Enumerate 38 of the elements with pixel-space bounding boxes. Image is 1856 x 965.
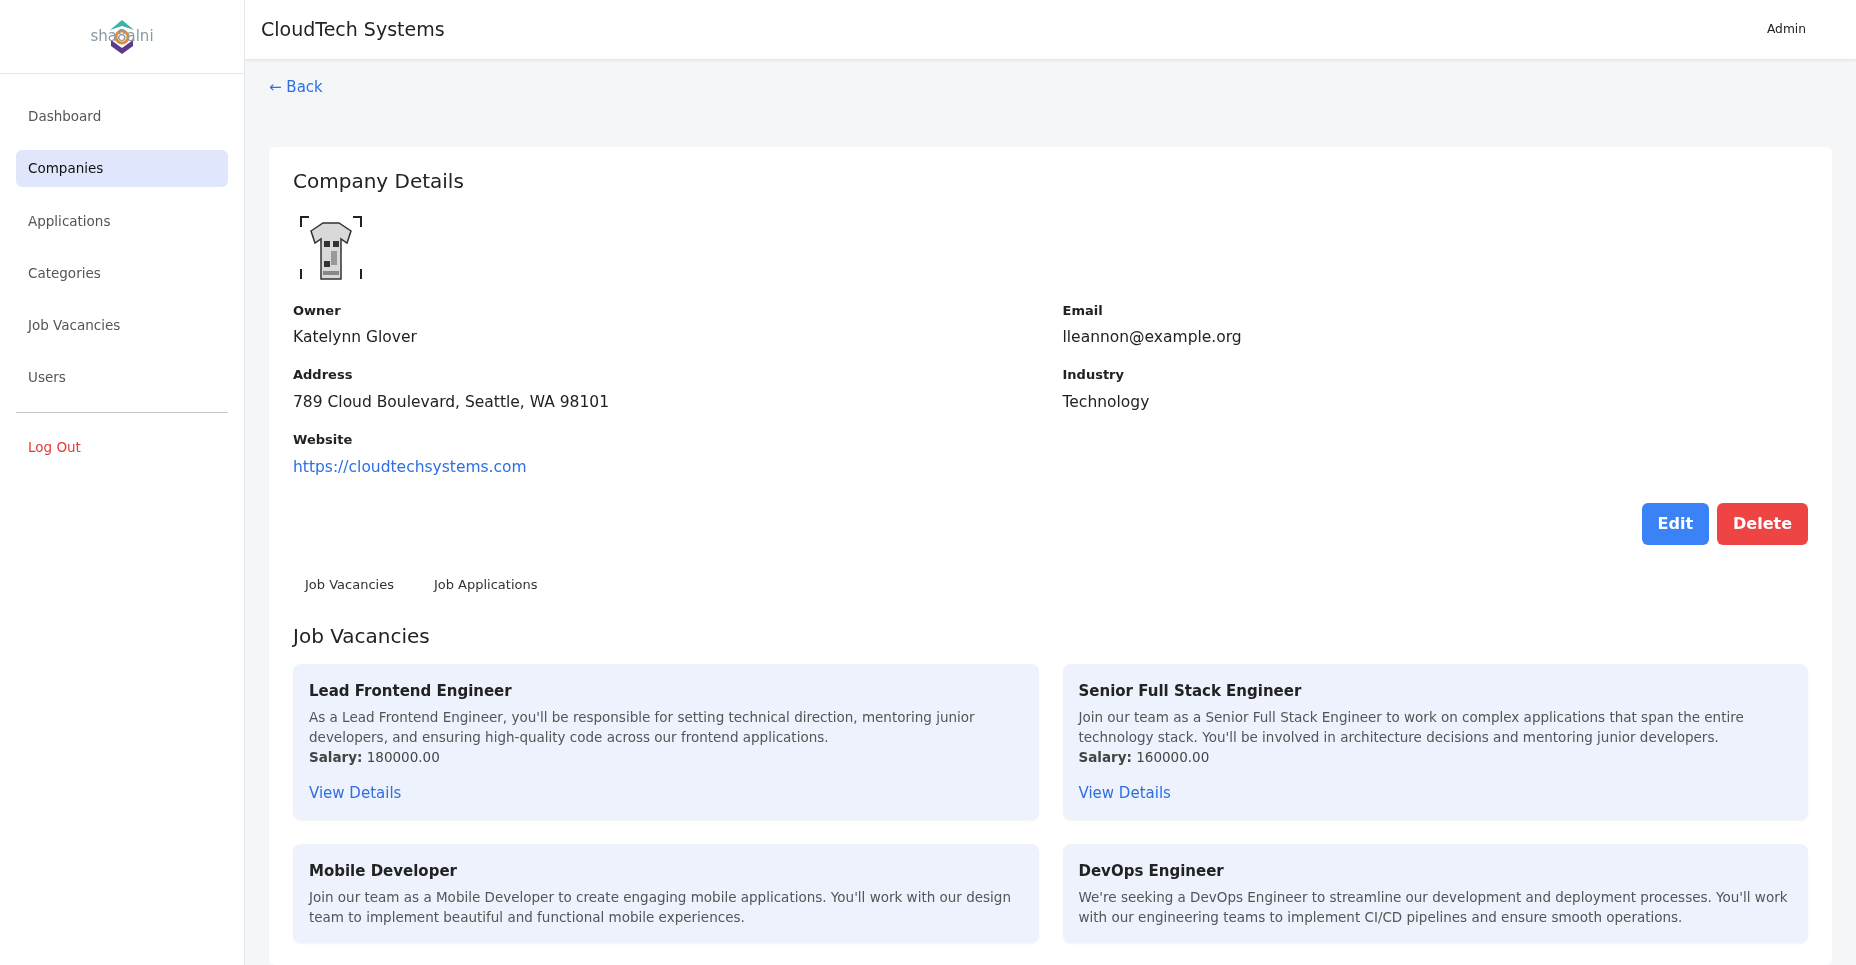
field-value: Technology [1062,391,1151,413]
field-label: Website [293,431,354,449]
sidebar-item[interactable]: Applications [16,202,228,239]
salary-text: Salary: 180000.00 [309,748,441,768]
back-link[interactable]: ← Back [269,78,323,96]
section-title: Job Vacancies [293,624,431,649]
field-label: Address [293,366,354,385]
section-title: Company Details [293,168,465,193]
vacancy-description: Join our team as a Senior Full Stack Engineer to work on complex applications that span the entire technology stack. You'll be involved in architecture decisions and mentoring junior developers. [1078,707,1745,747]
tab[interactable]: Job Applications [421,568,550,601]
view-details-link[interactable]: View Details [309,781,402,804]
sidebar-item[interactable]: Users [16,359,228,396]
page-title: CloudTech Systems [261,18,445,41]
field-label: Email [1062,301,1104,320]
salary-text: Salary: 160000.00 [1078,748,1211,768]
vacancy-description: As a Lead Frontend Engineer, you'll be responsible for setting technical direction, mentoring junior developers, and ensuring high-quality code across our frontend applications. [309,707,976,747]
edit-button[interactable]: Edit [1641,502,1710,545]
website-link[interactable]: https://cloudtechsystems.com [293,457,527,476]
vacancy-title: Mobile Developer [309,861,458,882]
vacancy-title: Lead Frontend Engineer [309,681,513,703]
vacancy-title: DevOps Engineer [1078,861,1225,882]
user-name[interactable]: Admin [1766,20,1806,39]
sidebar-item[interactable]: Job Vacancies [16,307,228,344]
field-value: Katelynn Glover [293,327,418,348]
field-value: 789 Cloud Boulevard, Seattle, WA 98101 [293,391,610,413]
vacancy-description: Join our team as a Mobile Developer to create engaging mobile applications. You'll work with our design team to implement beautiful and functional mobile experiences. [309,887,1012,927]
vacancy-title: Senior Full Stack Engineer [1078,681,1303,703]
tab[interactable]: Job Vacancies [293,568,406,601]
field-value: lleannon@example.org [1062,327,1243,348]
delete-button[interactable]: Delete [1717,502,1808,545]
field-label: Industry [1062,366,1125,385]
sidebar-item[interactable]: Categories [16,254,228,291]
logout-link[interactable]: Log Out [16,428,93,465]
view-details-link[interactable]: View Details [1078,781,1171,804]
field-label: Owner [293,301,342,320]
sidebar-item[interactable]: Companies [16,150,228,187]
sidebar-item[interactable]: Dashboard [16,98,228,135]
vacancy-description: We're seeking a DevOps Engineer to streamline our development and deployment processes. You'll work with our engineering teams to implement CI/CD pipelines and ensure smooth operations. [1078,887,1789,927]
